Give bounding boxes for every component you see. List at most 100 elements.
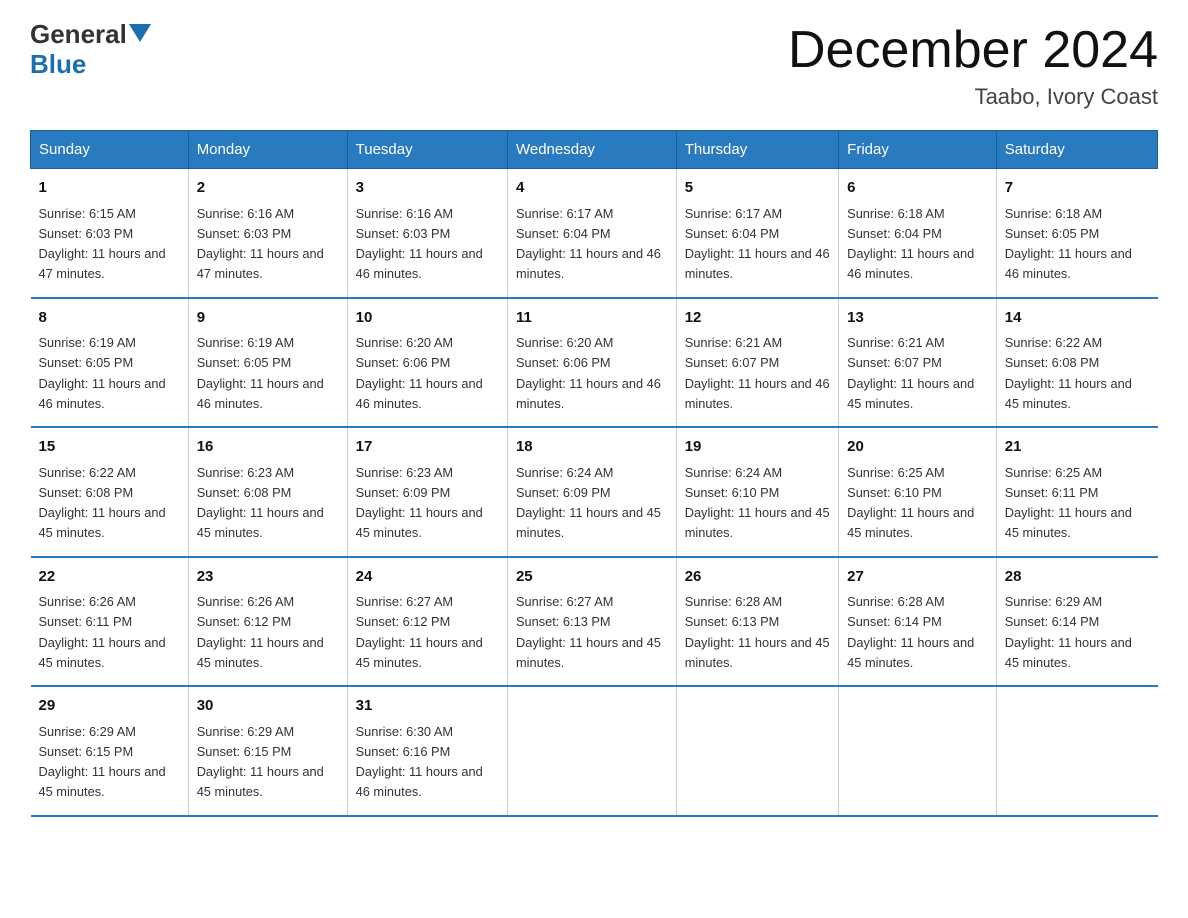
day-info: Sunrise: 6:22 AMSunset: 6:08 PMDaylight:…: [39, 465, 166, 541]
day-number: 22: [39, 566, 180, 589]
calendar-week-row: 29Sunrise: 6:29 AMSunset: 6:15 PMDayligh…: [31, 686, 1158, 816]
header-wednesday: Wednesday: [507, 131, 676, 169]
day-info: Sunrise: 6:16 AMSunset: 6:03 PMDaylight:…: [356, 206, 483, 282]
day-info: Sunrise: 6:25 AMSunset: 6:11 PMDaylight:…: [1005, 465, 1132, 541]
calendar-day-cell: 31 Sunrise: 6:30 AMSunset: 6:16 PMDayligh…: [347, 686, 507, 816]
day-info: Sunrise: 6:24 AMSunset: 6:10 PMDaylight:…: [685, 465, 830, 541]
calendar-day-cell: 17 Sunrise: 6:23 AMSunset: 6:09 PMDayligh…: [347, 427, 507, 557]
day-number: 18: [516, 436, 668, 459]
day-number: 26: [685, 566, 830, 589]
day-info: Sunrise: 6:17 AMSunset: 6:04 PMDaylight:…: [685, 206, 830, 282]
calendar-day-cell: 14 Sunrise: 6:22 AMSunset: 6:08 PMDayligh…: [996, 298, 1157, 428]
calendar-day-cell: 28 Sunrise: 6:29 AMSunset: 6:14 PMDayligh…: [996, 557, 1157, 687]
day-number: 20: [847, 436, 988, 459]
day-info: Sunrise: 6:20 AMSunset: 6:06 PMDaylight:…: [516, 335, 661, 411]
calendar-day-cell: 2 Sunrise: 6:16 AMSunset: 6:03 PMDaylight…: [188, 169, 347, 298]
calendar-table: SundayMondayTuesdayWednesdayThursdayFrid…: [30, 130, 1158, 817]
calendar-day-cell: 21 Sunrise: 6:25 AMSunset: 6:11 PMDayligh…: [996, 427, 1157, 557]
calendar-empty-cell: [839, 686, 997, 816]
page-title: December 2024: [788, 20, 1158, 80]
day-info: Sunrise: 6:29 AMSunset: 6:14 PMDaylight:…: [1005, 594, 1132, 670]
day-info: Sunrise: 6:27 AMSunset: 6:13 PMDaylight:…: [516, 594, 661, 670]
day-info: Sunrise: 6:29 AMSunset: 6:15 PMDaylight:…: [197, 724, 324, 800]
day-number: 1: [39, 177, 180, 200]
day-info: Sunrise: 6:29 AMSunset: 6:15 PMDaylight:…: [39, 724, 166, 800]
day-info: Sunrise: 6:23 AMSunset: 6:09 PMDaylight:…: [356, 465, 483, 541]
day-number: 16: [197, 436, 339, 459]
day-number: 13: [847, 307, 988, 330]
header-tuesday: Tuesday: [347, 131, 507, 169]
day-number: 9: [197, 307, 339, 330]
day-number: 21: [1005, 436, 1150, 459]
day-number: 11: [516, 307, 668, 330]
calendar-day-cell: 12Sunrise: 6:21 AMSunset: 6:07 PMDayligh…: [676, 298, 838, 428]
day-number: 10: [356, 307, 499, 330]
logo-triangle-icon: [129, 24, 151, 42]
calendar-day-cell: 7 Sunrise: 6:18 AMSunset: 6:05 PMDaylight…: [996, 169, 1157, 298]
calendar-day-cell: 10 Sunrise: 6:20 AMSunset: 6:06 PMDayligh…: [347, 298, 507, 428]
day-info: Sunrise: 6:30 AMSunset: 6:16 PMDaylight:…: [356, 724, 483, 800]
day-number: 17: [356, 436, 499, 459]
day-number: 27: [847, 566, 988, 589]
header-thursday: Thursday: [676, 131, 838, 169]
day-number: 3: [356, 177, 499, 200]
header-friday: Friday: [839, 131, 997, 169]
calendar-empty-cell: [507, 686, 676, 816]
day-info: Sunrise: 6:16 AMSunset: 6:03 PMDaylight:…: [197, 206, 324, 282]
day-info: Sunrise: 6:26 AMSunset: 6:11 PMDaylight:…: [39, 594, 166, 670]
day-info: Sunrise: 6:25 AMSunset: 6:10 PMDaylight:…: [847, 465, 974, 541]
day-info: Sunrise: 6:15 AMSunset: 6:03 PMDaylight:…: [39, 206, 166, 282]
day-info: Sunrise: 6:21 AMSunset: 6:07 PMDaylight:…: [847, 335, 974, 411]
title-block: December 2024 Taabo, Ivory Coast: [788, 20, 1158, 110]
day-info: Sunrise: 6:28 AMSunset: 6:14 PMDaylight:…: [847, 594, 974, 670]
calendar-day-cell: 25 Sunrise: 6:27 AMSunset: 6:13 PMDayligh…: [507, 557, 676, 687]
calendar-day-cell: 5Sunrise: 6:17 AMSunset: 6:04 PMDaylight…: [676, 169, 838, 298]
day-info: Sunrise: 6:28 AMSunset: 6:13 PMDaylight:…: [685, 594, 830, 670]
day-number: 28: [1005, 566, 1150, 589]
page-header: General Blue December 2024 Taabo, Ivory …: [30, 20, 1158, 110]
calendar-day-cell: 27 Sunrise: 6:28 AMSunset: 6:14 PMDayligh…: [839, 557, 997, 687]
calendar-day-cell: 20 Sunrise: 6:25 AMSunset: 6:10 PMDayligh…: [839, 427, 997, 557]
calendar-day-cell: 22 Sunrise: 6:26 AMSunset: 6:11 PMDayligh…: [31, 557, 189, 687]
calendar-day-cell: 9 Sunrise: 6:19 AMSunset: 6:05 PMDaylight…: [188, 298, 347, 428]
calendar-day-cell: 1 Sunrise: 6:15 AMSunset: 6:03 PMDaylight…: [31, 169, 189, 298]
day-info: Sunrise: 6:18 AMSunset: 6:04 PMDaylight:…: [847, 206, 974, 282]
calendar-empty-cell: [996, 686, 1157, 816]
day-info: Sunrise: 6:18 AMSunset: 6:05 PMDaylight:…: [1005, 206, 1132, 282]
day-number: 31: [356, 695, 499, 718]
day-number: 12: [685, 307, 830, 330]
day-info: Sunrise: 6:19 AMSunset: 6:05 PMDaylight:…: [39, 335, 166, 411]
day-info: Sunrise: 6:20 AMSunset: 6:06 PMDaylight:…: [356, 335, 483, 411]
calendar-day-cell: 11 Sunrise: 6:20 AMSunset: 6:06 PMDayligh…: [507, 298, 676, 428]
day-number: 15: [39, 436, 180, 459]
day-info: Sunrise: 6:17 AMSunset: 6:04 PMDaylight:…: [516, 206, 661, 282]
calendar-header-row: SundayMondayTuesdayWednesdayThursdayFrid…: [31, 131, 1158, 169]
calendar-week-row: 8 Sunrise: 6:19 AMSunset: 6:05 PMDaylight…: [31, 298, 1158, 428]
header-saturday: Saturday: [996, 131, 1157, 169]
day-info: Sunrise: 6:22 AMSunset: 6:08 PMDaylight:…: [1005, 335, 1132, 411]
day-number: 2: [197, 177, 339, 200]
day-info: Sunrise: 6:24 AMSunset: 6:09 PMDaylight:…: [516, 465, 661, 541]
day-info: Sunrise: 6:23 AMSunset: 6:08 PMDaylight:…: [197, 465, 324, 541]
day-number: 8: [39, 307, 180, 330]
calendar-day-cell: 16 Sunrise: 6:23 AMSunset: 6:08 PMDayligh…: [188, 427, 347, 557]
day-number: 25: [516, 566, 668, 589]
calendar-day-cell: 29Sunrise: 6:29 AMSunset: 6:15 PMDayligh…: [31, 686, 189, 816]
calendar-day-cell: 23Sunrise: 6:26 AMSunset: 6:12 PMDayligh…: [188, 557, 347, 687]
day-info: Sunrise: 6:27 AMSunset: 6:12 PMDaylight:…: [356, 594, 483, 670]
calendar-day-cell: 8 Sunrise: 6:19 AMSunset: 6:05 PMDaylight…: [31, 298, 189, 428]
day-number: 19: [685, 436, 830, 459]
calendar-day-cell: 4 Sunrise: 6:17 AMSunset: 6:04 PMDaylight…: [507, 169, 676, 298]
calendar-week-row: 1 Sunrise: 6:15 AMSunset: 6:03 PMDaylight…: [31, 169, 1158, 298]
day-number: 24: [356, 566, 499, 589]
header-monday: Monday: [188, 131, 347, 169]
day-number: 4: [516, 177, 668, 200]
calendar-day-cell: 3 Sunrise: 6:16 AMSunset: 6:03 PMDaylight…: [347, 169, 507, 298]
day-number: 30: [197, 695, 339, 718]
calendar-week-row: 22 Sunrise: 6:26 AMSunset: 6:11 PMDayligh…: [31, 557, 1158, 687]
day-number: 7: [1005, 177, 1150, 200]
day-number: 14: [1005, 307, 1150, 330]
calendar-day-cell: 6 Sunrise: 6:18 AMSunset: 6:04 PMDaylight…: [839, 169, 997, 298]
day-number: 6: [847, 177, 988, 200]
day-info: Sunrise: 6:19 AMSunset: 6:05 PMDaylight:…: [197, 335, 324, 411]
